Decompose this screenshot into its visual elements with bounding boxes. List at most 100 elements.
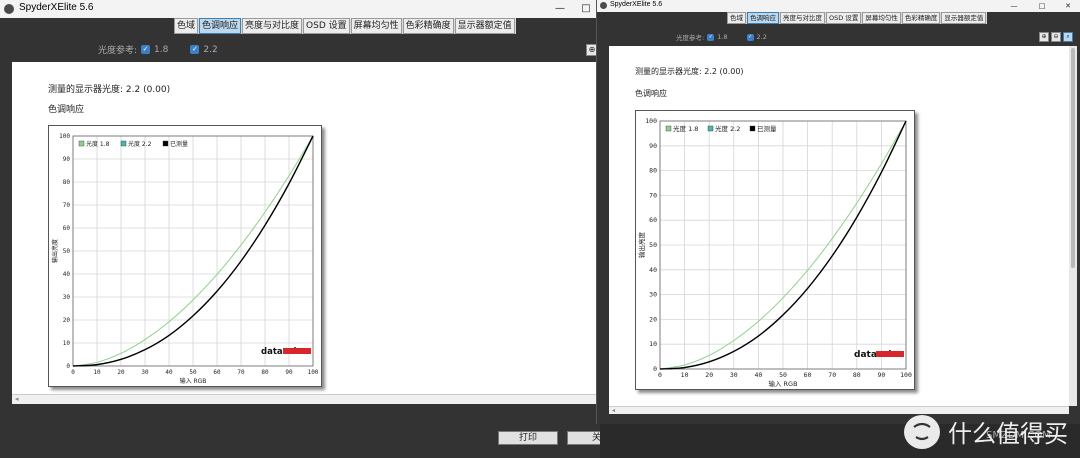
x-tick-label: 50 — [779, 371, 787, 379]
y-tick-label: 80 — [649, 167, 657, 175]
tab-display-rating[interactable]: 显示器额定值 — [454, 18, 515, 34]
checkbox-label-1-8: 1.8 — [154, 44, 169, 55]
close-window-button[interactable]: ✕ — [1059, 0, 1077, 12]
y-tick-label: 30 — [649, 291, 657, 299]
legend-label: 光度 2.2 — [715, 124, 740, 133]
y-tick-label: 90 — [63, 156, 71, 163]
datacolor-logo-bar — [876, 351, 904, 357]
y-tick-label: 70 — [649, 191, 657, 199]
minimize-button[interactable]: — — [1005, 0, 1023, 12]
smzdm-logo-icon — [904, 414, 940, 449]
watermark-sub: SMZDM.COM — [986, 430, 1051, 441]
tone-response-chart: 0 10 20 30 40 50 60 70 80 90 100 0 10 20 30 40 50 60 70 80 9… — [635, 110, 915, 390]
zoom-in-icon[interactable]: ⊕ — [1039, 32, 1049, 42]
horizontal-scrollbar[interactable]: ◂ — [609, 406, 1069, 414]
checkbox-gamma-2-2[interactable]: ✓ — [746, 33, 754, 41]
scroll-thumb[interactable] — [1071, 48, 1075, 268]
legend-label: 光度 1.8 — [673, 124, 698, 133]
print-button[interactable]: 打印 — [498, 431, 558, 445]
legend-label: 光度 1.8 — [86, 140, 110, 148]
checkbox-gamma-1-8[interactable]: ✓ — [707, 33, 715, 41]
minimize-button[interactable]: — — [548, 0, 572, 18]
tab-osd-settings[interactable]: OSD 设置 — [303, 18, 350, 34]
x-tick-label: 0 — [658, 371, 662, 379]
y-tick-label: 0 — [653, 365, 657, 373]
close-button[interactable]: 关 — [567, 431, 600, 445]
x-tick-label: 40 — [165, 369, 173, 376]
checkbox-gamma-1-8[interactable]: ✓ — [141, 45, 151, 54]
x-tick-label: 70 — [828, 371, 836, 379]
x-tick-label: 80 — [853, 371, 861, 379]
tab-tone-response[interactable]: 色调响应 — [199, 18, 242, 34]
legend-swatch — [665, 125, 672, 132]
legend-swatch — [749, 125, 756, 132]
right-window: SpyderXElite 5.6 — □ ✕ 色域 色调响应 亮度与对比度 OS… — [596, 0, 1080, 424]
vertical-scrollbar[interactable] — [1069, 46, 1077, 406]
zoom-controls: ⊕ ⊖ ⌕ — [1037, 32, 1073, 42]
reference-bar: 光度参考: ✓ 1.8 ✓ 2.2 — [676, 32, 767, 42]
tab-bar: 色域 色调响应 亮度与对比度 OSD 设置 屏幕均匀性 色彩精确度 显示器额定值 — [174, 18, 516, 34]
checkbox-gamma-2-2[interactable]: ✓ — [190, 45, 200, 54]
y-tick-label: 50 — [649, 241, 657, 249]
y-tick-label: 10 — [63, 340, 71, 347]
x-tick-label: 70 — [237, 369, 245, 376]
window-title: SpyderXElite 5.6 — [19, 2, 94, 13]
x-tick-label: 90 — [877, 371, 885, 379]
zoom-fit-icon[interactable]: ⌕ — [1063, 32, 1073, 42]
tab-osd-settings[interactable]: OSD 设置 — [826, 12, 862, 24]
x-tick-label: 30 — [141, 369, 149, 376]
horizontal-scrollbar[interactable]: ◂ — [12, 394, 600, 404]
section-title: 色调响应 — [48, 105, 85, 115]
x-tick-label: 100 — [308, 369, 319, 376]
app-icon — [600, 2, 607, 9]
checkbox-label-2-2: 2.2 — [203, 44, 218, 55]
legend-swatch — [162, 140, 169, 147]
checkbox-label-1-8: 1.8 — [717, 33, 728, 41]
maximize-button[interactable]: □ — [574, 0, 598, 18]
y-tick-label: 40 — [649, 266, 657, 274]
tab-tone-response[interactable]: 色调响应 — [747, 12, 779, 24]
left-window: SpyderXElite 5.6 — □ 色域 色调响应 亮度与对比度 OSD … — [0, 0, 600, 458]
datacolor-logo-bar — [283, 348, 311, 354]
x-tick-label: 80 — [261, 369, 269, 376]
y-tick-label: 100 — [59, 133, 70, 140]
y-tick-label: 20 — [63, 317, 71, 324]
y-tick-label: 100 — [645, 117, 657, 125]
x-tick-label: 50 — [189, 369, 197, 376]
x-tick-label: 100 — [900, 371, 912, 379]
y-tick-label: 70 — [63, 202, 71, 209]
y-tick-label: 60 — [63, 225, 71, 232]
x-tick-label: 0 — [71, 369, 75, 376]
y-tick-label: 30 — [63, 294, 71, 301]
y-tick-label: 50 — [63, 248, 71, 255]
reference-label: 光度参考: — [98, 46, 138, 56]
chart-svg: 0 10 20 30 40 50 60 70 80 90 100 0 10 20 30 40 50 60 70 80 9… — [637, 117, 912, 388]
x-tick-label: 20 — [117, 369, 125, 376]
maximize-button[interactable]: □ — [1033, 0, 1051, 12]
tone-response-chart: 0 10 20 30 40 50 60 70 80 90 100 0 10 20 30 40 50 60 70 80 9… — [48, 125, 322, 387]
x-tick-label: 10 — [681, 371, 689, 379]
tab-brightness-contrast[interactable]: 亮度与对比度 — [780, 12, 825, 24]
report-content: 测量的显示器光度: 2.2 (0.00) 色调响应 0 10 20 30 40 50 60 7… — [609, 46, 1069, 406]
checkbox-label-2-2: 2.2 — [756, 33, 767, 41]
legend-label: 光度 2.2 — [128, 140, 152, 148]
x-tick-label: 30 — [730, 371, 738, 379]
tab-color-accuracy[interactable]: 色彩精确度 — [901, 12, 941, 24]
tab-gamut[interactable]: 色域 — [174, 18, 199, 34]
y-tick-label: 20 — [649, 315, 657, 323]
tab-gamut[interactable]: 色域 — [727, 12, 746, 24]
tab-uniformity[interactable]: 屏幕均匀性 — [862, 12, 901, 24]
y-axis-label: 输出亮度 — [637, 232, 646, 259]
app-icon — [4, 4, 14, 14]
tab-bar: 色域 色调响应 亮度与对比度 OSD 设置 屏幕均匀性 色彩精确度 显示器额定值 — [727, 12, 988, 24]
tab-uniformity[interactable]: 屏幕均匀性 — [350, 18, 402, 34]
x-tick-label: 40 — [754, 371, 762, 379]
window-title: SpyderXElite 5.6 — [610, 1, 663, 8]
x-tick-label: 60 — [804, 371, 812, 379]
tab-color-accuracy[interactable]: 色彩精确度 — [402, 18, 454, 34]
x-tick-label: 90 — [285, 369, 293, 376]
tab-brightness-contrast[interactable]: 亮度与对比度 — [242, 18, 303, 34]
legend-swatch — [78, 140, 85, 147]
zoom-out-icon[interactable]: ⊖ — [1051, 32, 1061, 42]
tab-display-rating[interactable]: 显示器额定值 — [941, 12, 987, 24]
